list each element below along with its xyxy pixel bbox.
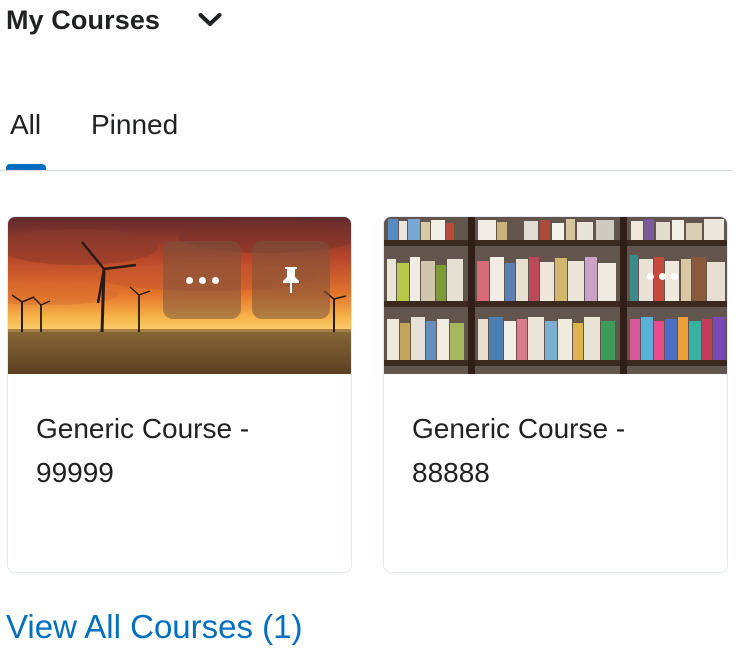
- course-image-bookshelf: [384, 217, 727, 374]
- collapse-toggle-button[interactable]: [194, 4, 226, 36]
- tab-all[interactable]: All: [10, 109, 41, 141]
- course-title: Generic Course - 99999: [36, 407, 326, 495]
- chevron-down-icon: [198, 13, 222, 26]
- pin-icon: [283, 267, 299, 293]
- more-options-icon: [647, 273, 654, 280]
- course-title-line-1: Generic Course -: [412, 413, 626, 444]
- more-options-icon: [185, 276, 219, 284]
- course-card-99999[interactable]: Generic Course - 99999: [7, 216, 352, 573]
- course-title-line-2: 88888: [412, 457, 490, 488]
- course-title-line-1: Generic Course -: [36, 413, 250, 444]
- pin-course-button[interactable]: [252, 241, 330, 319]
- course-card-88888[interactable]: Generic Course - 88888: [383, 216, 728, 573]
- widget-header: My Courses: [6, 4, 226, 36]
- view-all-courses-link[interactable]: View All Courses (1): [6, 608, 303, 646]
- course-options-button[interactable]: [647, 273, 678, 280]
- course-options-button[interactable]: [163, 241, 241, 319]
- course-title: Generic Course - 88888: [412, 407, 702, 495]
- course-image-wind-turbines: [8, 217, 351, 374]
- widget-title: My Courses: [6, 4, 161, 35]
- tab-pinned[interactable]: Pinned: [91, 109, 178, 141]
- course-tabs: All Pinned: [0, 104, 732, 171]
- my-courses-widget: My Courses All Pinned Generic Course - 9…: [0, 0, 736, 655]
- selected-tab-indicator: [6, 164, 46, 170]
- course-title-line-2: 99999: [36, 457, 114, 488]
